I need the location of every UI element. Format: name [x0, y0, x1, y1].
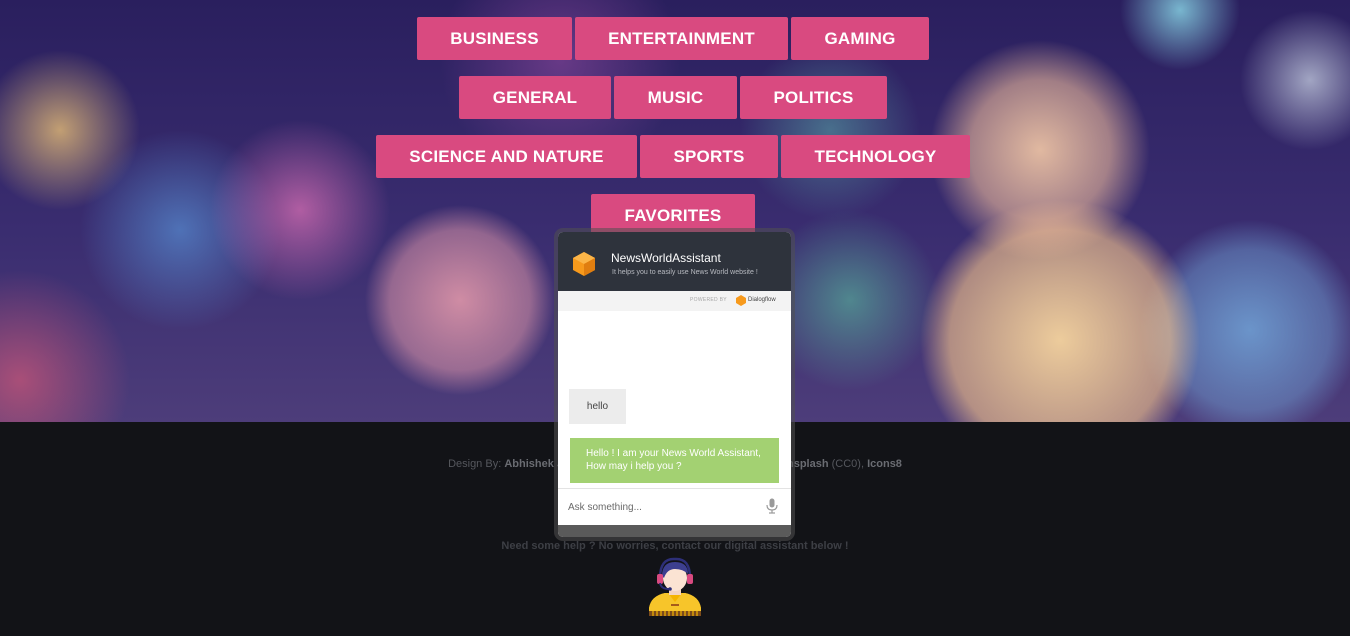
category-music-button[interactable]: MUSIC — [614, 76, 737, 119]
category-general-button[interactable]: GENERAL — [459, 76, 611, 119]
category-technology-button[interactable]: TECHNOLOGY — [781, 135, 970, 178]
help-text: Need some help ? No worries, contact our… — [501, 540, 849, 552]
cc0-label: (CC0), — [828, 458, 868, 470]
designer-name: Abhishek J — [504, 458, 563, 470]
bot-message: Hello ! I am your News World Assistant, … — [570, 438, 779, 483]
support-agent-icon[interactable] — [643, 556, 707, 620]
chat-header: NewsWorldAssistant It helps you to easil… — [558, 232, 791, 291]
category-sports-button[interactable]: SPORTS — [640, 135, 778, 178]
category-business-button[interactable]: BUSINESS — [417, 17, 572, 60]
category-science-and-nature-button[interactable]: SCIENCE AND NATURE — [376, 135, 637, 178]
user-message: hello — [569, 389, 626, 424]
chat-widget: NewsWorldAssistant It helps you to easil… — [558, 232, 791, 537]
dialogflow-small-icon — [736, 295, 746, 306]
category-row-4: FAVORITES — [0, 194, 1350, 237]
provider-name: Dialogflow — [748, 297, 776, 303]
chat-divider — [558, 488, 791, 489]
category-row-3: SCIENCE AND NATURE SPORTS TECHNOLOGY — [0, 135, 1350, 178]
category-favorites-button[interactable]: FAVORITES — [591, 194, 755, 237]
dialogflow-cube-icon — [573, 252, 595, 276]
category-row-2: GENERAL MUSIC POLITICS — [0, 76, 1350, 119]
category-entertainment-button[interactable]: ENTERTAINMENT — [575, 17, 788, 60]
microphone-icon[interactable] — [766, 498, 778, 514]
chat-bottom-bar — [558, 525, 791, 537]
category-row-1: BUSINESS ENTERTAINMENT GAMING — [0, 17, 1350, 60]
chat-title: NewsWorldAssistant — [611, 251, 721, 265]
unsplash-credit: nsplash — [787, 458, 829, 470]
category-politics-button[interactable]: POLITICS — [740, 76, 887, 119]
chat-subtitle: It helps you to easily use News World we… — [612, 269, 758, 276]
credits-prefix: Design By: — [448, 458, 505, 470]
category-gaming-button[interactable]: GAMING — [791, 17, 929, 60]
powered-by-bar: POWERED BY Dialogflow — [558, 291, 791, 311]
powered-by-label: POWERED BY — [690, 297, 727, 303]
icons8-credit: Icons8 — [867, 458, 902, 470]
chat-input[interactable] — [568, 494, 758, 520]
